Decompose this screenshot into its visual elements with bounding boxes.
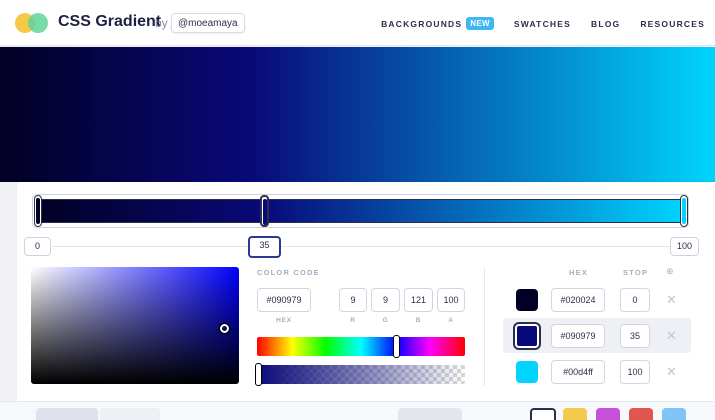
- alpha-label: A: [448, 317, 454, 324]
- color-code-label: COLOR CODE: [257, 268, 320, 277]
- hex-label: HEX: [276, 317, 292, 324]
- hex-column-header: HEX: [569, 268, 589, 277]
- stop-position-label-active[interactable]: 35: [248, 236, 281, 258]
- red-input[interactable]: 9: [339, 288, 367, 312]
- nav-backgrounds[interactable]: BACKGROUNDS NEW: [381, 17, 494, 30]
- nav-resources[interactable]: RESOURCES: [640, 19, 705, 29]
- remove-stop-icon[interactable]: ✕: [666, 364, 677, 380]
- hue-slider[interactable]: [257, 337, 465, 356]
- gradient-preview: [0, 47, 715, 182]
- bottom-option-chip[interactable]: [36, 408, 98, 420]
- stop-handle-100[interactable]: [680, 195, 688, 227]
- color-swatch-selected[interactable]: [515, 324, 539, 348]
- stop-position-input[interactable]: 0: [620, 288, 650, 312]
- main-nav: BACKGROUNDS NEW SWATCHES BLOG RESOURCES: [361, 17, 705, 30]
- color-swatch[interactable]: [516, 289, 538, 311]
- stop-handle-0[interactable]: [34, 195, 42, 227]
- stop-hex-input[interactable]: #090979: [551, 324, 605, 348]
- stop-position-input[interactable]: 100: [620, 360, 650, 384]
- blue-input[interactable]: 121: [404, 288, 433, 312]
- alpha-slider[interactable]: [257, 365, 465, 384]
- stop-position-label[interactable]: 0: [24, 237, 51, 256]
- preset-swatch[interactable]: [596, 408, 620, 420]
- bottom-option-chip[interactable]: [398, 408, 462, 420]
- remove-stop-icon[interactable]: ✕: [666, 328, 677, 344]
- preset-swatch[interactable]: [629, 408, 653, 420]
- new-badge: NEW: [466, 17, 494, 30]
- nav-swatches[interactable]: SWATCHES: [514, 19, 571, 29]
- add-stop-icon[interactable]: ⊕: [666, 266, 674, 277]
- green-input[interactable]: 9: [371, 288, 400, 312]
- saturation-value-picker[interactable]: [31, 267, 239, 384]
- blue-label: B: [415, 317, 422, 324]
- stop-position-label[interactable]: 100: [670, 237, 699, 256]
- stop-handle-35[interactable]: [260, 195, 269, 227]
- preset-swatch[interactable]: [530, 408, 556, 420]
- picker-cursor[interactable]: [220, 324, 229, 333]
- divider: [484, 268, 485, 386]
- stop-position-input[interactable]: 35: [620, 324, 650, 348]
- logo-icon[interactable]: [15, 13, 51, 33]
- hue-slider-handle[interactable]: [393, 335, 400, 358]
- preset-swatch[interactable]: [662, 408, 686, 420]
- brand-title[interactable]: CSS Gradient: [58, 13, 161, 31]
- top-header: CSS Gradient by @moeamaya BACKGROUNDS NE…: [0, 0, 715, 46]
- color-swatch[interactable]: [516, 361, 538, 383]
- stop-track-line: [52, 246, 670, 247]
- stop-hex-input[interactable]: #00d4ff: [551, 360, 605, 384]
- alpha-slider-handle[interactable]: [255, 363, 262, 386]
- by-text: by: [155, 16, 168, 30]
- red-label: R: [350, 317, 356, 324]
- nav-blog[interactable]: BLOG: [591, 19, 620, 29]
- stop-column-header: STOP: [623, 268, 649, 277]
- bottom-option-chip[interactable]: [100, 408, 160, 420]
- green-label: G: [382, 317, 389, 324]
- remove-stop-icon[interactable]: ✕: [666, 292, 677, 308]
- gradient-bar[interactable]: [37, 199, 685, 223]
- hex-input[interactable]: #090979: [257, 288, 311, 312]
- author-link[interactable]: @moeamaya: [171, 13, 245, 33]
- stop-hex-input[interactable]: #020024: [551, 288, 605, 312]
- alpha-input[interactable]: 100: [437, 288, 465, 312]
- preset-swatch[interactable]: [563, 408, 587, 420]
